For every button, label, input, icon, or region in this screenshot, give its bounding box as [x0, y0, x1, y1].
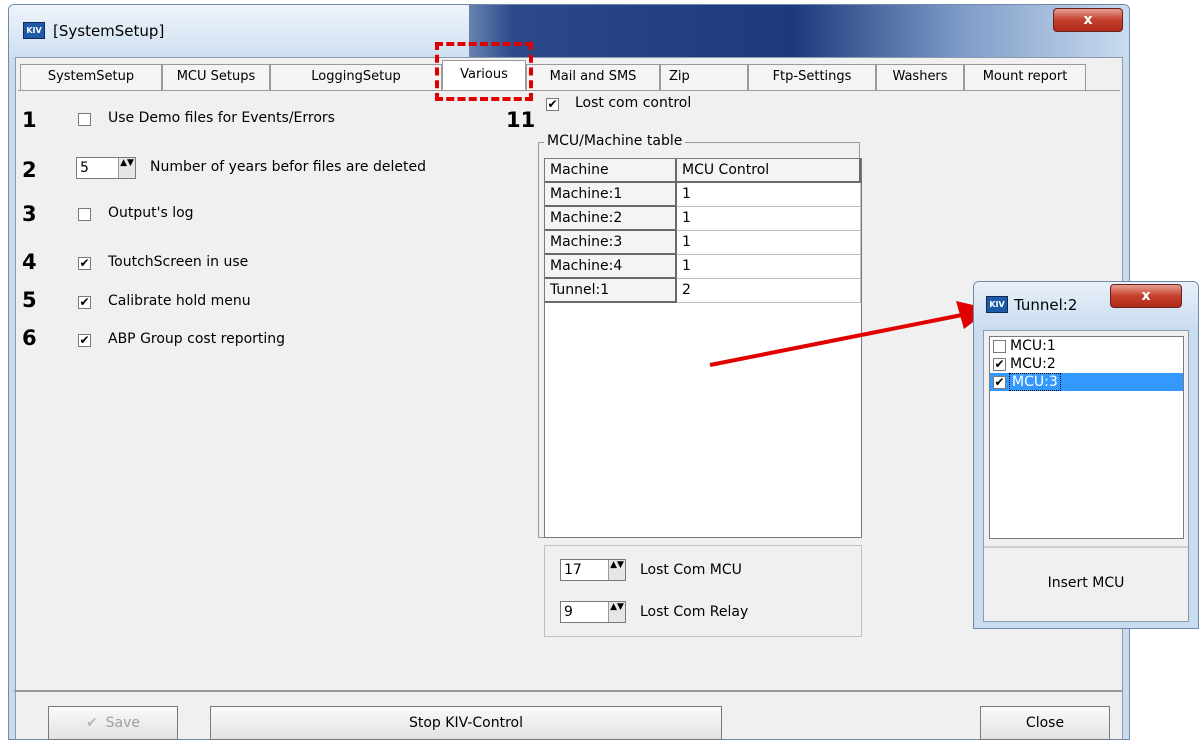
option-number-3: 3: [22, 202, 37, 226]
table-row-machine[interactable]: Machine:3: [545, 231, 677, 255]
save-button-label: Save: [105, 715, 141, 731]
title-bar[interactable]: KIV [SystemSetup] x: [9, 5, 1129, 57]
years-spin-buttons[interactable]: ▲▼: [118, 158, 135, 178]
tab-mcu-setups[interactable]: MCU Setups: [162, 64, 270, 90]
annotation-highlight-box: [435, 42, 533, 101]
mcu-machine-group-title: MCU/Machine table: [544, 133, 686, 149]
tab-zip[interactable]: Zip: [660, 64, 748, 90]
insert-mcu-button[interactable]: Insert MCU: [984, 575, 1188, 591]
mcu-3-checkbox[interactable]: ✔: [993, 375, 1006, 389]
calibrate-hold-checkbox[interactable]: ✔: [78, 296, 91, 309]
table-cell-mcu-control[interactable]: 1: [677, 207, 861, 231]
table-header-mcu-control[interactable]: MCU Control: [677, 159, 861, 183]
tab-loggingsetup[interactable]: LoggingSetup: [270, 64, 442, 90]
table-cell-mcu-control[interactable]: 1: [677, 183, 861, 207]
mcu-2-checkbox[interactable]: ✔: [993, 357, 1006, 371]
tab-mail-and-sms[interactable]: Mail and SMS: [526, 64, 660, 90]
lost-com-mcu-value: 17: [564, 562, 582, 578]
option-number-4: 4: [22, 250, 37, 274]
lost-com-relay-label: Lost Com Relay: [640, 604, 749, 620]
stop-kiv-control-button[interactable]: Stop KIV-Control: [210, 706, 722, 740]
table-header-machine[interactable]: Machine: [545, 159, 677, 183]
use-demo-files-checkbox[interactable]: [78, 113, 91, 126]
mcu-1-checkbox[interactable]: [993, 339, 1006, 353]
annotation-arrow-shaft: [709, 313, 963, 367]
years-spinner[interactable]: 5 ▲▼: [76, 157, 136, 179]
calibrate-hold-label: Calibrate hold menu: [108, 293, 251, 309]
lost-com-mcu-label: Lost Com MCU: [640, 562, 742, 578]
save-button[interactable]: ✔ Save: [48, 706, 178, 740]
table-cell-mcu-control[interactable]: 1: [677, 255, 861, 279]
close-button[interactable]: Close: [980, 706, 1110, 740]
table-cell-mcu-control[interactable]: 1: [677, 231, 861, 255]
window-title: [SystemSetup]: [53, 22, 165, 40]
popup-app-icon: KIV: [986, 296, 1008, 313]
years-value: 5: [80, 160, 89, 176]
option-number-1: 1: [22, 108, 37, 132]
abp-group-label: ABP Group cost reporting: [108, 331, 286, 347]
lost-com-control-checkbox[interactable]: ✔: [546, 98, 559, 111]
abp-group-checkbox[interactable]: ✔: [78, 334, 91, 347]
lost-com-control-label: Lost com control: [575, 95, 692, 111]
save-check-icon: ✔: [85, 715, 98, 731]
list-item[interactable]: ✔ MCU:2: [990, 355, 1183, 373]
popup-client-area: MCU:1 ✔ MCU:2 ✔ MCU:3 Insert MCU: [983, 330, 1189, 622]
use-demo-files-label: Use Demo files for Events/Errors: [108, 110, 335, 126]
option-number-5: 5: [22, 288, 37, 312]
option-number-2: 2: [22, 158, 37, 182]
tab-systemsetup[interactable]: SystemSetup: [20, 64, 162, 90]
touchscreen-checkbox[interactable]: ✔: [78, 257, 91, 270]
table-row-tunnel[interactable]: Tunnel:1: [545, 279, 677, 303]
popup-separator: [984, 546, 1188, 548]
close-window-button[interactable]: x: [1053, 8, 1123, 32]
tab-mount-report[interactable]: Mount report: [964, 64, 1086, 90]
list-item[interactable]: MCU:1: [990, 337, 1183, 355]
list-item-label: MCU:1: [1010, 338, 1056, 354]
lost-com-relay-spinner[interactable]: 9 ▲▼: [560, 601, 626, 623]
option-number-6: 6: [22, 326, 37, 350]
lost-com-relay-spin-buttons[interactable]: ▲▼: [608, 602, 625, 622]
years-label: Number of years befor files are deleted: [150, 159, 426, 175]
list-item-label: MCU:2: [1010, 356, 1056, 372]
table-row-machine[interactable]: Machine:1: [545, 183, 677, 207]
lost-com-mcu-spin-buttons[interactable]: ▲▼: [608, 560, 625, 580]
popup-close-button[interactable]: x: [1110, 284, 1182, 308]
tab-ftp-settings[interactable]: Ftp-Settings: [748, 64, 876, 90]
option-number-11: 11: [506, 108, 536, 132]
app-icon: KIV: [23, 22, 45, 39]
touchscreen-label: ToutchScreen in use: [108, 254, 249, 270]
lost-com-relay-value: 9: [564, 604, 573, 620]
outputs-log-checkbox[interactable]: [78, 208, 91, 221]
list-item-label: MCU:3: [1009, 373, 1061, 391]
tunnel-popup-window: KIV Tunnel:2 x MCU:1 ✔ MCU:2 ✔ MCU:3 Inser…: [973, 281, 1199, 629]
tab-washers[interactable]: Washers: [876, 64, 964, 90]
table-row-machine[interactable]: Machine:4: [545, 255, 677, 279]
annotation-arrow: [709, 301, 990, 367]
mcu-checklist[interactable]: MCU:1 ✔ MCU:2 ✔ MCU:3: [989, 336, 1184, 539]
table-row-machine[interactable]: Machine:2: [545, 207, 677, 231]
outputs-log-label: Output's log: [108, 205, 194, 221]
bottom-separator: [14, 690, 1122, 692]
lost-com-mcu-spinner[interactable]: 17 ▲▼: [560, 559, 626, 581]
list-item[interactable]: ✔ MCU:3: [990, 373, 1183, 391]
popup-title: Tunnel:2: [1014, 296, 1078, 314]
